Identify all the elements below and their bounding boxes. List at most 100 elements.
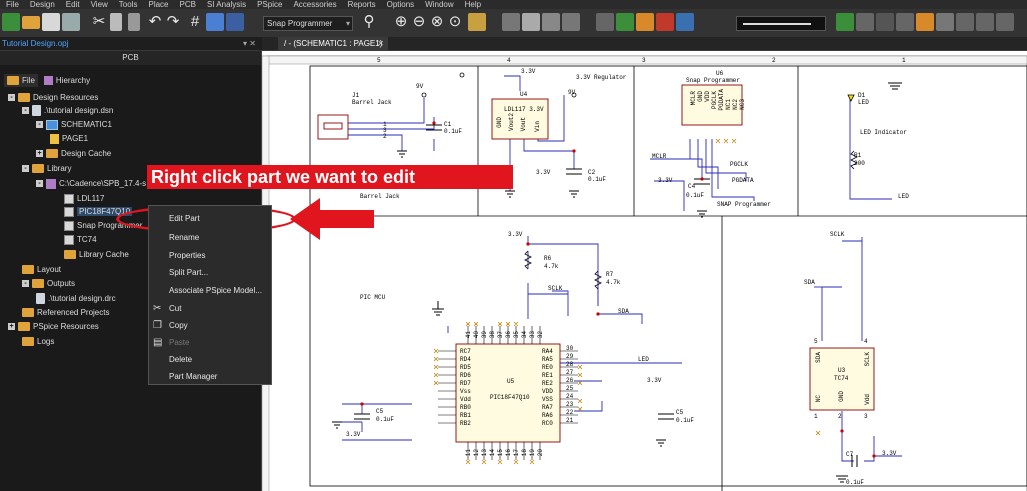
menu-help[interactable]: Help	[465, 0, 481, 9]
menu-item-properties[interactable]: Properties	[149, 247, 271, 264]
voltage-marker-icon[interactable]	[916, 13, 934, 31]
new-icon[interactable]	[2, 13, 20, 31]
menu-item-rename[interactable]: Rename	[149, 229, 271, 246]
place-pin-icon[interactable]	[616, 13, 634, 31]
current-marker-icon[interactable]	[936, 13, 954, 31]
menu-pcb[interactable]: PCB	[180, 0, 196, 9]
power-marker-icon[interactable]	[956, 13, 974, 31]
c2-value: 0.1uF	[588, 176, 607, 183]
save-icon[interactable]	[42, 13, 60, 31]
probe-icon[interactable]	[856, 13, 874, 31]
annotate-icon[interactable]	[522, 13, 540, 31]
tab-hierarchy[interactable]: Hierarchy	[41, 74, 93, 87]
diff-marker-icon[interactable]	[976, 13, 994, 31]
tree-item[interactable]: - Library	[22, 162, 71, 175]
zoom-in-icon[interactable]: ⊕	[392, 13, 410, 31]
tree-item[interactable]: - Outputs	[22, 277, 75, 290]
menu-item-part-manager[interactable]: Part Manager	[149, 368, 271, 385]
db-marker-icon[interactable]	[996, 13, 1014, 31]
zoom-area-icon[interactable]: ⊙	[446, 13, 464, 31]
collapse-icon[interactable]: -	[36, 180, 43, 187]
tree-item[interactable]: - Design Resources	[8, 91, 98, 104]
copy-icon[interactable]	[110, 13, 122, 31]
expand-icon[interactable]: +	[36, 150, 43, 157]
collapse-icon[interactable]: -	[8, 94, 15, 101]
menu-item-associate-pspice-model[interactable]: Associate PSpice Model...	[149, 282, 271, 299]
collapse-icon[interactable]: -	[22, 280, 29, 287]
panel-controls[interactable]: ▾ ✕	[243, 37, 256, 50]
place-bus-icon[interactable]	[636, 13, 654, 31]
undo-icon[interactable]: ↶	[146, 13, 164, 31]
drc-icon[interactable]	[468, 13, 486, 31]
collapse-icon[interactable]: -	[22, 107, 29, 114]
tree-item[interactable]: + PSpice Resources	[8, 320, 99, 333]
tree-item[interactable]: PAGE1	[50, 132, 88, 145]
menu-reports[interactable]: Reports	[348, 0, 376, 9]
collapse-icon[interactable]: -	[22, 165, 29, 172]
menu-options[interactable]: Options	[387, 0, 415, 9]
menu-item-cut[interactable]: ✂ Cut	[149, 300, 271, 317]
menu-item-edit-part[interactable]: Edit Part	[149, 210, 271, 227]
cart-icon[interactable]	[562, 13, 580, 31]
place-power-icon[interactable]	[676, 13, 694, 31]
u5-pin-number: 35	[513, 331, 520, 339]
sim-icon[interactable]	[836, 13, 854, 31]
tab-schematic[interactable]: / - (SCHEMATIC1 : PAGE1) ✕	[278, 37, 388, 50]
line-style-select[interactable]	[736, 16, 826, 31]
menu-item-delete[interactable]: Delete	[149, 351, 271, 368]
print-icon[interactable]	[62, 13, 80, 31]
tree-item[interactable]: LDL117	[64, 192, 104, 205]
menu-item-copy[interactable]: ❐ Copy	[149, 317, 271, 334]
net-sclk: SCLK	[548, 285, 563, 292]
tab-file[interactable]: File	[4, 74, 38, 87]
tree-item[interactable]: Referenced Projects	[22, 306, 109, 319]
menu-accessories[interactable]: Accessories	[293, 0, 336, 9]
ratsnest-icon[interactable]	[596, 13, 614, 31]
menu-edit[interactable]: Edit	[66, 0, 80, 9]
collapse-icon[interactable]: -	[36, 121, 43, 128]
redo-icon[interactable]: ↷	[164, 13, 182, 31]
tree-item[interactable]: Logs	[22, 335, 54, 348]
c1-ref: C1	[444, 121, 452, 128]
bom-icon[interactable]	[542, 13, 560, 31]
menu-item-split-part[interactable]: Split Part...	[149, 264, 271, 281]
part-select[interactable]: Snap Programmer ▾	[263, 16, 353, 31]
tree-item[interactable]: - C:\Cadence\SPB_17.4-s	[36, 177, 146, 190]
tree-item[interactable]: TC74	[64, 233, 97, 246]
open-icon[interactable]	[22, 16, 40, 29]
snap-icon[interactable]	[226, 13, 244, 31]
marker-icon[interactable]	[896, 13, 914, 31]
tree-item[interactable]: Layout	[22, 263, 61, 276]
paste-icon[interactable]	[128, 13, 140, 31]
run-icon[interactable]	[876, 13, 894, 31]
menu-window[interactable]: Window	[425, 0, 453, 9]
folder-icon	[22, 308, 34, 317]
search-icon[interactable]: ⚲	[360, 13, 378, 31]
cut-icon[interactable]: ✂	[90, 13, 108, 31]
menu-tools[interactable]: Tools	[119, 0, 138, 9]
tree-item[interactable]: - SCHEMATIC1	[36, 118, 112, 131]
schematic-canvas[interactable]: 5 4 3 2 1 J1 Barrel Jack 9V C1 0.1uF Bar…	[262, 51, 1027, 491]
menu-file[interactable]: File	[6, 0, 19, 9]
expand-icon[interactable]: +	[8, 323, 15, 330]
tab-project[interactable]: Tutorial Design.opj ▾ ✕	[0, 37, 262, 50]
menu-view[interactable]: View	[91, 0, 108, 9]
menu-place[interactable]: Place	[148, 0, 168, 9]
menu-pspice[interactable]: PSpice	[257, 0, 282, 9]
grid-icon[interactable]: #	[186, 13, 204, 31]
tree-item[interactable]: .\tutorial design.drc	[36, 292, 116, 305]
menu-si-analysis[interactable]: SI Analysis	[207, 0, 246, 9]
tree-item[interactable]: - .\tutorial design.dsn	[22, 104, 113, 117]
block-title-pic: PIC MCU	[360, 294, 386, 301]
tree-item[interactable]: Library Cache	[64, 248, 129, 261]
zoom-out-icon[interactable]: ⊖	[410, 13, 428, 31]
place-net-icon[interactable]	[656, 13, 674, 31]
tree-item[interactable]: + Design Cache	[36, 147, 111, 160]
close-icon[interactable]: ✕	[377, 37, 384, 50]
zoom-fit-icon[interactable]: ⊗	[428, 13, 446, 31]
u5-pin-number: 15	[497, 449, 504, 457]
netlist-icon[interactable]	[502, 13, 520, 31]
file-icon	[32, 105, 41, 116]
place-part-icon[interactable]	[206, 13, 224, 31]
menu-design[interactable]: Design	[30, 0, 55, 9]
